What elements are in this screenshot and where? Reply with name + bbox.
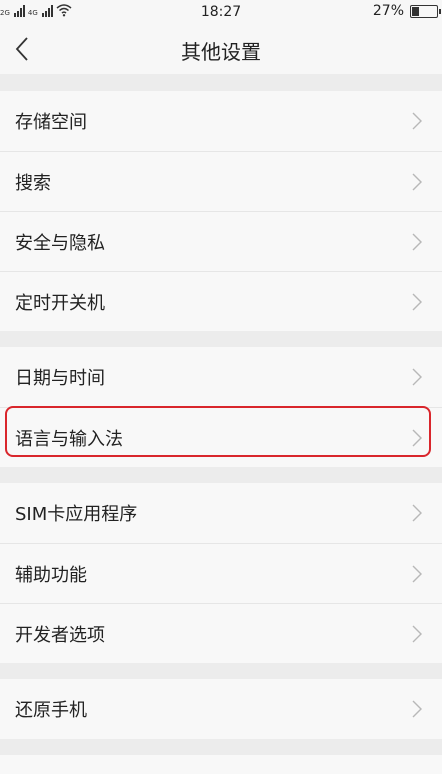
- settings-item-label: 搜索: [15, 172, 51, 194]
- chevron-right-icon: [412, 429, 422, 446]
- settings-item-security-privacy[interactable]: 安全与隐私: [0, 211, 442, 271]
- settings-item-sim-apps[interactable]: SIM卡应用程序: [0, 483, 442, 543]
- nav-bar: 其他设置: [0, 24, 442, 74]
- settings-item-label: 定时开关机: [15, 292, 105, 314]
- settings-item-label: 存储空间: [15, 112, 87, 133]
- settings-item-reset-phone[interactable]: 还原手机: [0, 679, 442, 739]
- battery-icon: [410, 4, 441, 18]
- chevron-right-icon: [412, 112, 422, 130]
- settings-item-language-input[interactable]: 语言与输入法: [0, 407, 442, 467]
- settings-group-2: 日期与时间 语言与输入法: [0, 347, 442, 467]
- settings-item-developer-options[interactable]: 开发者选项: [0, 603, 442, 663]
- settings-item-label: 开发者选项: [15, 624, 105, 646]
- settings-item-label: 日期与时间: [15, 368, 105, 389]
- battery-percent: 27%: [372, 3, 404, 19]
- chevron-right-icon: [412, 565, 422, 582]
- chevron-right-icon: [412, 368, 422, 386]
- settings-item-search[interactable]: 搜索: [0, 151, 442, 211]
- settings-item-label: 安全与隐私: [15, 232, 105, 254]
- settings-group-4: 还原手机: [0, 679, 442, 739]
- chevron-right-icon: [412, 293, 422, 310]
- settings-group-1: 存储空间 搜索 安全与隐私 定时开关机: [0, 91, 442, 331]
- settings-item-label: 语言与输入法: [15, 428, 123, 450]
- chevron-right-icon: [412, 233, 422, 250]
- chevron-right-icon: [412, 700, 422, 718]
- page-title: 其他设置: [181, 40, 261, 64]
- settings-item-label: 辅助功能: [15, 564, 87, 586]
- settings-item-label: SIM卡应用程序: [15, 504, 138, 525]
- settings-item-label: 还原手机: [15, 700, 87, 721]
- settings-item-date-time[interactable]: 日期与时间: [0, 347, 442, 407]
- chevron-right-icon: [412, 625, 422, 642]
- chevron-right-icon: [412, 173, 422, 190]
- status-bar: 2G 4G 18:27 27%: [0, 0, 442, 24]
- battery-fill: [412, 6, 420, 16]
- settings-group-3: SIM卡应用程序 辅助功能 开发者选项: [0, 483, 442, 663]
- settings-item-storage[interactable]: 存储空间: [0, 91, 442, 151]
- settings-item-scheduled-power[interactable]: 定时开关机: [0, 271, 442, 331]
- settings-item-accessibility[interactable]: 辅助功能: [0, 543, 442, 603]
- settings-group-5-partial: [0, 755, 442, 774]
- chevron-right-icon: [412, 504, 422, 522]
